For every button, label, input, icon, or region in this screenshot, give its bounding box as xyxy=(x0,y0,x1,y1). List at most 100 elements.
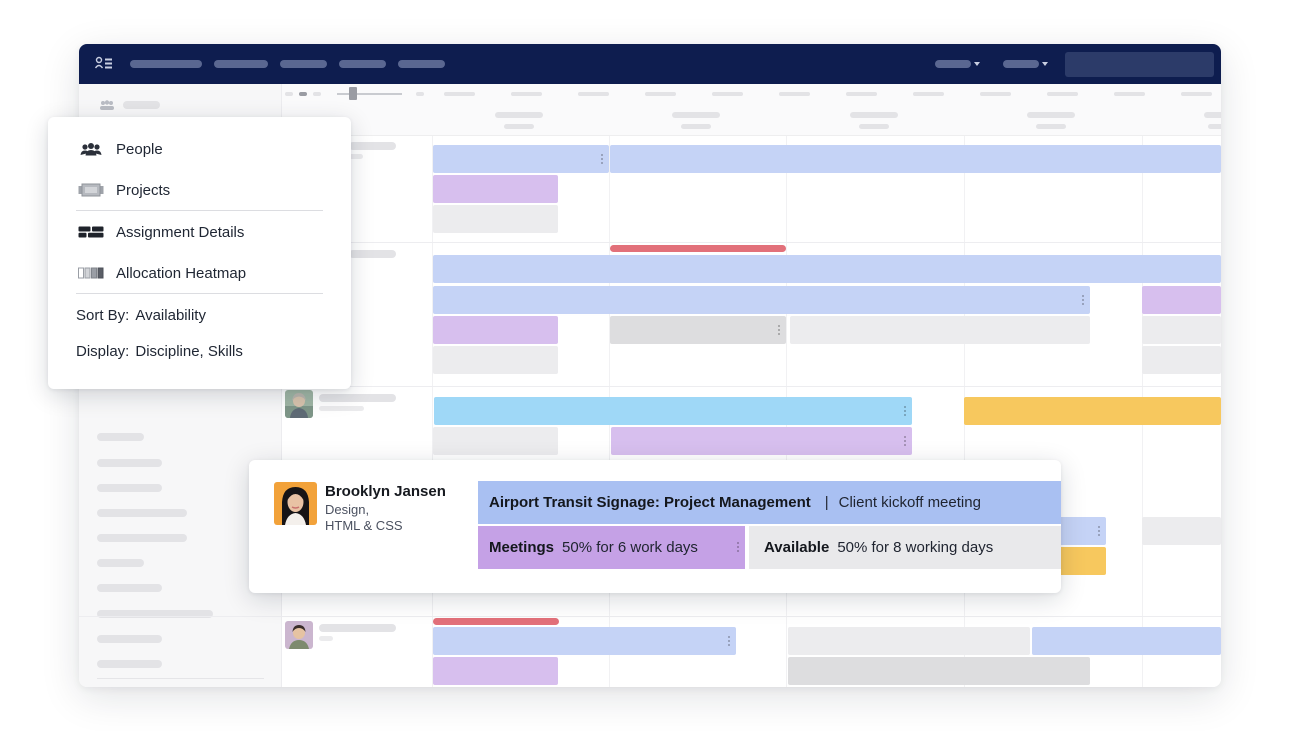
project-assignment-bar[interactable]: Airport Transit Signage: Project Managem… xyxy=(478,481,1061,524)
availability-bar[interactable] xyxy=(1142,346,1221,374)
nav-item-placeholder[interactable] xyxy=(398,60,445,68)
assignment-bar[interactable] xyxy=(433,145,609,173)
sidebar-row-placeholder[interactable] xyxy=(97,484,162,492)
availability-bar[interactable] xyxy=(1142,316,1221,344)
sidebar-row-placeholder[interactable] xyxy=(97,559,144,567)
overbooked-indicator xyxy=(610,245,786,252)
assignment-details-icon xyxy=(78,224,104,240)
display-value[interactable]: Discipline, Skills xyxy=(135,343,243,360)
person-name-placeholder xyxy=(349,142,396,150)
people-icon xyxy=(78,141,104,157)
sidebar-row-placeholder[interactable] xyxy=(97,584,162,592)
availability-bar[interactable] xyxy=(433,205,558,233)
app-logo-icon[interactable] xyxy=(95,56,113,72)
week-sub-placeholder xyxy=(1036,124,1066,129)
zoom-step[interactable] xyxy=(313,92,321,96)
menu-item-label: Allocation Heatmap xyxy=(116,264,247,282)
assignment-bar[interactable] xyxy=(611,427,912,455)
zoom-step-active[interactable] xyxy=(299,92,307,96)
week-label-placeholder xyxy=(1204,112,1221,118)
meetings-label: Meetings xyxy=(489,539,555,556)
assignment-bar[interactable] xyxy=(1032,627,1221,655)
drag-handle-icon[interactable] xyxy=(904,435,906,447)
availability-bar[interactable] xyxy=(433,427,558,455)
availability-bar[interactable] xyxy=(790,316,1090,344)
nav-item-placeholder[interactable] xyxy=(130,60,202,68)
week-label-placeholder xyxy=(495,112,543,118)
zoom-step[interactable] xyxy=(285,92,293,96)
date-label-placeholder xyxy=(1047,92,1078,96)
separator: | xyxy=(824,494,829,511)
view-options-menu: People Projects Assignment Details Alloc… xyxy=(48,117,351,389)
menu-item-allocation-heatmap[interactable]: Allocation Heatmap xyxy=(48,255,351,291)
assignment-detail-card: Brooklyn Jansen Design, HTML & CSS Airpo… xyxy=(249,460,1061,593)
available-label: Available xyxy=(764,539,830,556)
sort-by-value[interactable]: Availability xyxy=(135,307,206,324)
availability-bar[interactable] xyxy=(610,316,786,344)
nav-item-placeholder[interactable] xyxy=(339,60,386,68)
drag-handle-icon[interactable] xyxy=(728,635,730,647)
availability-bar[interactable] xyxy=(1142,517,1221,545)
project-phase: Client kickoff meeting xyxy=(838,494,981,511)
header-placeholder xyxy=(416,92,424,96)
date-label-placeholder xyxy=(444,92,475,96)
assignment-bar[interactable] xyxy=(433,627,736,655)
week-sub-placeholder xyxy=(859,124,889,129)
sidebar-row-placeholder[interactable] xyxy=(97,660,162,668)
drag-handle-icon[interactable] xyxy=(737,541,739,553)
heatmap-icon xyxy=(78,265,104,281)
assignment-bar[interactable] xyxy=(434,397,912,425)
sidebar-row-placeholder[interactable] xyxy=(97,534,187,542)
availability-bar[interactable] xyxy=(788,627,1030,655)
menu-item-label: Assignment Details xyxy=(116,223,245,241)
person-skills: HTML & CSS xyxy=(325,518,403,533)
assignment-bar[interactable] xyxy=(610,145,1221,173)
nav-dropdown-placeholder[interactable] xyxy=(1003,60,1039,68)
sidebar-row-placeholder[interactable] xyxy=(97,635,162,643)
zoom-slider-handle[interactable] xyxy=(349,87,357,100)
assignment-bar[interactable] xyxy=(433,175,558,203)
person-role-placeholder xyxy=(349,154,363,159)
menu-item-people[interactable]: People xyxy=(48,131,351,167)
chevron-down-icon xyxy=(1042,62,1048,66)
meetings-allocation-bar[interactable]: Meetings 50% for 6 work days xyxy=(478,526,745,569)
menu-item-projects[interactable]: Projects xyxy=(48,172,351,208)
assignment-bar[interactable] xyxy=(433,286,1090,314)
assignment-bar[interactable] xyxy=(964,397,1221,425)
sort-by-setting[interactable]: Sort By: Availability xyxy=(76,307,206,324)
overbooked-indicator xyxy=(433,618,559,625)
avatar[interactable] xyxy=(285,390,313,418)
drag-handle-icon[interactable] xyxy=(1082,294,1084,306)
sidebar-row-placeholder[interactable] xyxy=(97,433,144,441)
sidebar-divider xyxy=(97,678,264,679)
menu-item-assignment-details[interactable]: Assignment Details xyxy=(48,214,351,250)
assignment-bar[interactable] xyxy=(433,657,558,685)
search-input[interactable] xyxy=(1065,52,1214,77)
week-label-placeholder xyxy=(1027,112,1075,118)
nav-item-placeholder[interactable] xyxy=(280,60,327,68)
sidebar-header-placeholder xyxy=(123,101,160,109)
date-label-placeholder xyxy=(645,92,676,96)
assignment-bar[interactable] xyxy=(1142,286,1221,314)
avatar[interactable] xyxy=(285,621,313,649)
nav-dropdown-placeholder[interactable] xyxy=(935,60,971,68)
display-setting[interactable]: Display: Discipline, Skills xyxy=(76,343,243,360)
sidebar-row-placeholder[interactable] xyxy=(97,459,162,467)
assignment-bar[interactable] xyxy=(433,316,558,344)
drag-handle-icon[interactable] xyxy=(778,324,780,336)
assignment-bar[interactable] xyxy=(433,255,1221,283)
menu-item-label: Projects xyxy=(116,181,171,199)
availability-bar[interactable] xyxy=(788,657,1090,685)
drag-handle-icon[interactable] xyxy=(904,405,906,417)
date-label-placeholder xyxy=(980,92,1011,96)
week-sub-placeholder xyxy=(504,124,534,129)
sidebar-row-placeholder[interactable] xyxy=(97,509,187,517)
drag-handle-icon[interactable] xyxy=(601,153,603,165)
availability-allocation-bar[interactable]: Available 50% for 8 working days xyxy=(749,526,1061,569)
availability-bar[interactable] xyxy=(433,346,558,374)
nav-item-placeholder[interactable] xyxy=(214,60,268,68)
zoom-slider-track[interactable] xyxy=(337,93,402,95)
drag-handle-icon[interactable] xyxy=(1098,525,1100,537)
date-label-placeholder xyxy=(779,92,810,96)
chevron-down-icon xyxy=(974,62,980,66)
